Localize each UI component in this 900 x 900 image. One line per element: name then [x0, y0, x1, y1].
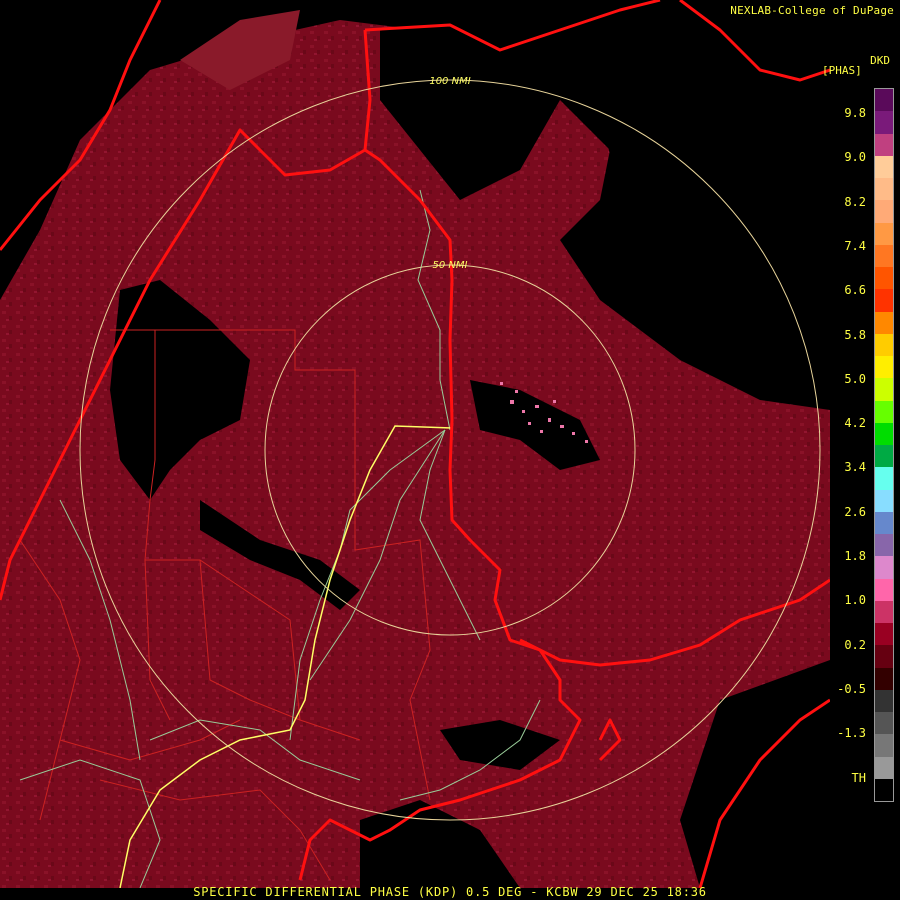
legend-swatch [875, 623, 893, 646]
legend-swatch [875, 445, 893, 468]
legend-swatch [875, 311, 893, 334]
legend-swatch [875, 333, 893, 356]
color-legend [874, 88, 894, 802]
legend-label: 5.0 [844, 371, 866, 386]
legend-swatch [875, 244, 893, 267]
range-ring-outer-label: 100 NMI [429, 76, 470, 87]
legend-label: 9.0 [844, 150, 866, 165]
legend-swatch [875, 756, 893, 779]
legend-swatch [875, 178, 893, 201]
legend-label: 6.6 [844, 283, 866, 298]
legend-swatch [875, 133, 893, 156]
legend-swatch [875, 778, 893, 801]
legend-swatch [875, 378, 893, 401]
legend-label: 3.4 [844, 460, 866, 475]
legend-swatch [875, 422, 893, 445]
product-footer: SPECIFIC DIFFERENTIAL PHASE (KDP) 0.5 DE… [193, 885, 707, 899]
legend-swatch [875, 200, 893, 223]
legend-swatch [875, 511, 893, 534]
legend-label: TH [851, 770, 866, 785]
legend-swatch [875, 89, 893, 112]
legend-label: 7.4 [844, 238, 866, 253]
legend-swatch [875, 689, 893, 712]
legend-swatch [875, 600, 893, 623]
range-ring-inner-label: 50 NMI [433, 260, 468, 271]
legend-swatch [875, 645, 893, 668]
legend-swatch [875, 111, 893, 134]
legend-swatch [875, 155, 893, 178]
legend-label: 8.2 [844, 194, 866, 209]
legend-swatch [875, 734, 893, 757]
legend-label: -1.3 [837, 726, 866, 741]
legend-label: 1.8 [844, 549, 866, 563]
legend-label: 4.2 [844, 416, 866, 431]
product-code: DKD [870, 54, 890, 67]
legend-swatch [875, 556, 893, 579]
legend-swatch [875, 222, 893, 245]
legend-swatch [875, 667, 893, 690]
legend-swatch [875, 578, 893, 601]
legend-swatch [875, 489, 893, 512]
legend-swatch [875, 289, 893, 312]
legend-label: -0.5 [837, 681, 866, 696]
legend-swatch [875, 267, 893, 290]
legend-label: 0.2 [844, 637, 866, 652]
legend-labels: 9.8 9.0 8.2 7.4 6.6 5.8 5.0 4.2 3.4 2.6 1.8 1.0 0.2 -… [830, 88, 870, 802]
legend-label: 9.8 [844, 106, 866, 120]
legend-label: 2.6 [844, 504, 866, 519]
units-label: [PHAS] [822, 64, 862, 77]
legend-swatch [875, 400, 893, 423]
legend-swatch [875, 712, 893, 735]
credit-label: NEXLAB-College of DuPage [730, 4, 894, 17]
legend-label: 1.0 [844, 593, 866, 608]
legend-label: 5.8 [844, 327, 866, 342]
legend-swatch [875, 356, 893, 379]
legend-swatch [875, 467, 893, 490]
legend-swatch [875, 534, 893, 557]
radar-map: 100 NMI 50 NMI [0, 0, 830, 888]
